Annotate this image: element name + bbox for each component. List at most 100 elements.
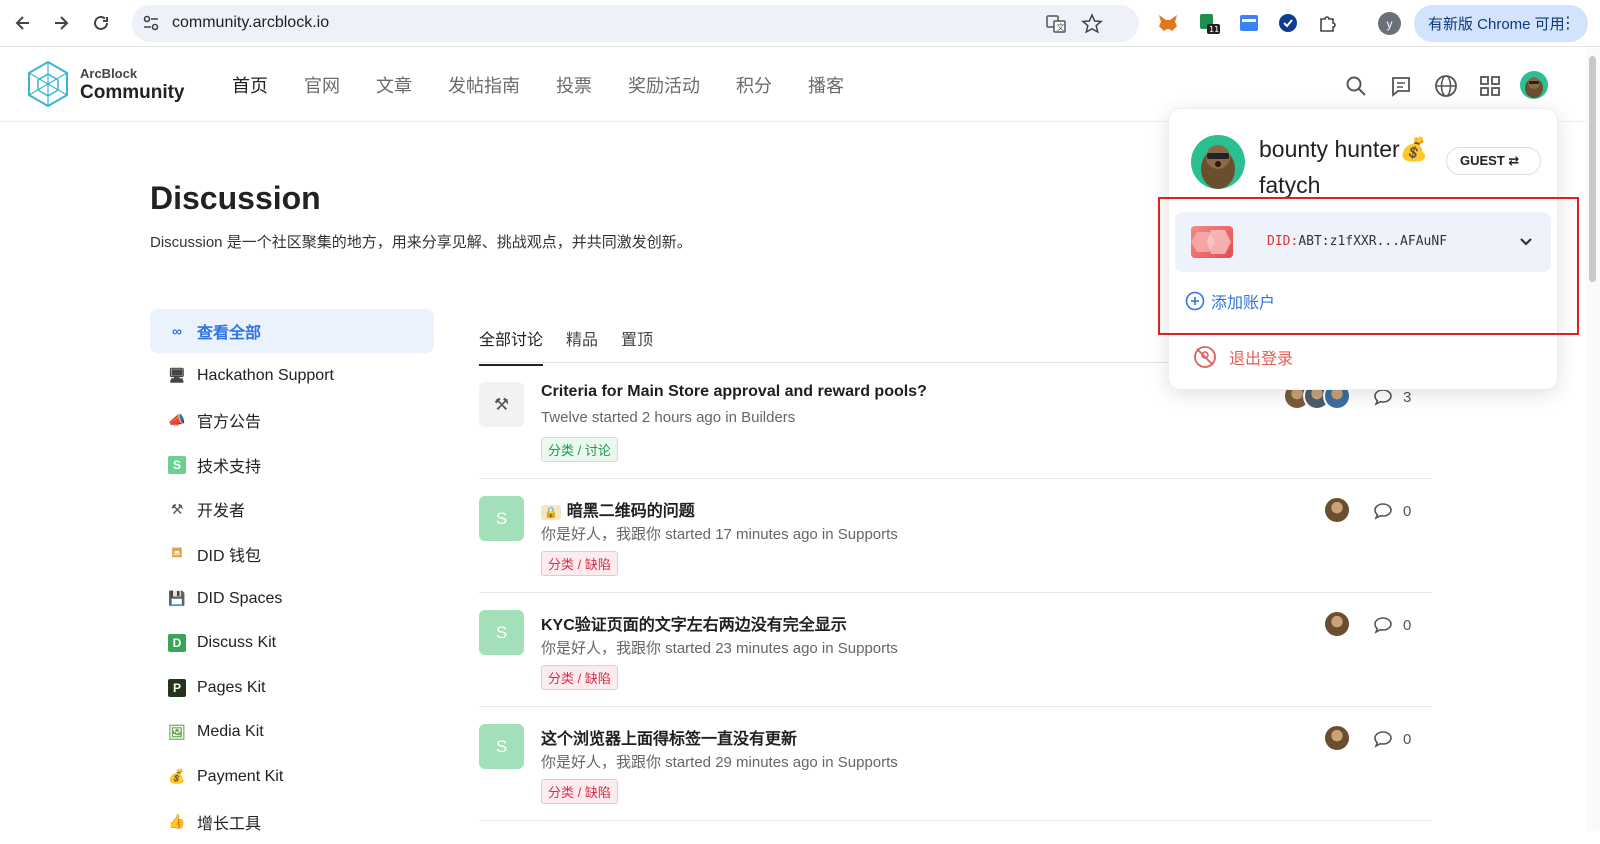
post-title[interactable]: 🔒 暗黑二维码的问题 — [541, 497, 695, 521]
sidebar-item[interactable]: ⚒ 开发者 — [150, 487, 434, 531]
check-circle-extension-icon[interactable] — [1276, 11, 1300, 35]
site-settings-icon[interactable] — [142, 14, 160, 37]
forward-arrow-icon[interactable] — [48, 10, 74, 36]
bookmark-star-icon[interactable] — [1081, 13, 1103, 40]
chrome-update-button[interactable]: 有新版 Chrome 可用 ⋮ — [1414, 5, 1588, 42]
category-tag[interactable]: 分类 / 缺陷 — [541, 779, 618, 804]
search-icon[interactable] — [1342, 72, 1370, 100]
comment-icon — [1374, 389, 1392, 406]
sidebar-item[interactable]: P Pages Kit — [150, 666, 434, 710]
nav-item-articles[interactable]: 文章 — [376, 72, 412, 98]
sidebar-item-label: DID Spaces — [197, 589, 283, 607]
sidebar-item-label: 查看全部 — [197, 325, 262, 342]
window-extension-icon[interactable] — [1237, 11, 1261, 35]
post-title[interactable]: KYC验证页面的文字左右两边没有完全显示 — [541, 611, 847, 635]
sidebar-item[interactable]: ⛾ DID 钱包 — [150, 532, 434, 576]
tab-all-discussions[interactable]: 全部讨论 — [479, 326, 544, 366]
nav-item-points[interactable]: 积分 — [736, 72, 772, 98]
comment-count-value: 0 — [1403, 502, 1412, 520]
sidebar-item[interactable]: D Discuss Kit — [150, 621, 434, 665]
comment-count[interactable]: 0 — [1373, 729, 1411, 749]
post-meta: 你是好人，我跟你 started 17 minutes ago in Suppo… — [541, 526, 898, 543]
metamask-fox-icon[interactable] — [1156, 11, 1180, 35]
lock-icon: 🔒 — [541, 505, 561, 520]
user-title: bounty hunter💰 — [1259, 136, 1429, 162]
puzzle-extensions-icon[interactable] — [1316, 11, 1340, 35]
sidebar-item-label: Hackathon Support — [197, 366, 334, 384]
logout-icon — [1194, 346, 1216, 368]
sidebar-item[interactable]: S 技术支持 — [150, 443, 434, 487]
sidebar-item[interactable]: 💾 DID Spaces — [150, 577, 434, 621]
extension-badge-icon[interactable]: 11 — [1197, 11, 1221, 35]
sidebar-item-label: Pages Kit — [197, 678, 266, 696]
nav-item-guide[interactable]: 发帖指南 — [448, 72, 520, 98]
image-icon: 🖼 — [168, 723, 186, 740]
post-title-text: 暗黑二维码的问题 — [566, 503, 695, 520]
role-switch-badge[interactable]: GUEST ⇄ — [1446, 147, 1541, 175]
post-list: ⚒ Criteria for Main Store approval and re… — [479, 365, 1432, 821]
sidebar-item[interactable]: 👍 增长工具 — [150, 800, 434, 844]
participant-avatar[interactable] — [1323, 496, 1351, 524]
apps-grid-icon[interactable] — [1476, 72, 1504, 100]
s-letter-thumbnail: S — [479, 724, 524, 769]
messages-icon[interactable] — [1387, 72, 1415, 100]
arcblock-logo[interactable]: ArcBlock Community — [26, 60, 185, 108]
translate-icon[interactable]: 文 — [1045, 13, 1067, 40]
category-tag[interactable]: 分类 / 缺陷 — [541, 551, 618, 576]
post-title[interactable]: Criteria for Main Store approval and rew… — [541, 383, 927, 401]
update-label: 有新版 Chrome 可用 — [1428, 16, 1565, 33]
nav-item-podcast[interactable]: 播客 — [808, 72, 844, 98]
p-letter-icon: P — [168, 678, 186, 697]
s-letter-thumbnail: S — [479, 610, 524, 655]
category-tag[interactable]: 分类 / 缺陷 — [541, 665, 618, 690]
sidebar-item[interactable]: 🖼 Media Kit — [150, 710, 434, 754]
page-scrollbar[interactable] — [1586, 48, 1600, 831]
logout-label: 退出登录 — [1229, 351, 1294, 368]
infinity-icon: ∞ — [172, 323, 182, 339]
sidebar-item[interactable]: 💰 Payment Kit — [150, 755, 434, 799]
tab-featured[interactable]: 精品 — [566, 326, 598, 366]
comment-count[interactable]: 0 — [1373, 501, 1411, 521]
discussion-post[interactable]: S KYC验证页面的文字左右两边没有完全显示你是好人，我跟你 started 23… — [479, 593, 1432, 707]
comment-count[interactable]: 0 — [1373, 615, 1411, 635]
reload-icon[interactable] — [88, 10, 114, 36]
participant-avatar[interactable] — [1323, 724, 1351, 752]
post-meta: 你是好人，我跟你 started 23 minutes ago in Suppo… — [541, 640, 898, 657]
nav-item-rewards[interactable]: 奖励活动 — [628, 72, 700, 98]
participant-avatar[interactable] — [1323, 610, 1351, 638]
sidebar-item-label: 增长工具 — [197, 815, 262, 833]
logo-brand: ArcBlock — [80, 65, 138, 81]
page-description: Discussion 是一个社区聚集的地方，用来分享见解、挑战观点，并共同激发创… — [150, 234, 692, 251]
post-meta: Twelve started 2 hours ago in Builders — [541, 409, 796, 426]
sidebar-item[interactable]: 🖥 Hackathon Support — [150, 354, 434, 398]
profile-avatar[interactable]: y — [1378, 12, 1401, 35]
comment-count[interactable]: 3 — [1373, 387, 1411, 407]
tools-thumbnail: ⚒ — [479, 382, 524, 427]
post-title[interactable]: 这个浏览器上面得标签一直没有更新 — [541, 725, 797, 749]
comment-count-value: 0 — [1403, 730, 1412, 748]
globe-icon[interactable] — [1432, 72, 1460, 100]
logout-button[interactable]: 退出登录 — [1193, 345, 1293, 369]
sidebar-item-label: 技术支持 — [197, 458, 262, 476]
money-bag-icon: 💰 — [168, 768, 186, 785]
category-tag[interactable]: 分类 / 讨论 — [541, 437, 618, 462]
nav-item-home[interactable]: 首页 — [232, 72, 268, 98]
user-avatar[interactable] — [1520, 71, 1548, 99]
sidebar-item[interactable]: ∞ 查看全部 — [150, 309, 434, 353]
back-arrow-icon[interactable] — [10, 10, 36, 36]
discussion-post[interactable]: S 这个浏览器上面得标签一直没有更新你是好人，我跟你 started 29 min… — [479, 707, 1432, 821]
discussion-post[interactable]: S 🔒 暗黑二维码的问题 你是好人，我跟你 started 17 minutes ag… — [479, 479, 1432, 593]
tab-pinned[interactable]: 置顶 — [621, 326, 653, 366]
more-menu-icon[interactable]: ⋮ — [1560, 13, 1576, 33]
post-meta: 你是好人，我跟你 started 29 minutes ago in Suppo… — [541, 754, 898, 771]
url-text[interactable]: community.arcblock.io — [172, 14, 329, 32]
nav-item-vote[interactable]: 投票 — [556, 72, 592, 98]
nav-item-website[interactable]: 官网 — [304, 72, 340, 98]
logo-product: Community — [80, 81, 185, 103]
sidebar-item[interactable]: 📣 官方公告 — [150, 398, 434, 442]
scrollbar-thumb[interactable] — [1589, 56, 1596, 282]
category-sidebar: ∞ 查看全部 🖥 Hackathon Support 📣 官方公告 S 技术支持 ⚒ 开发者 ⛾ DI… — [150, 309, 434, 844]
post-title-text: Criteria for Main Store approval and rew… — [541, 383, 927, 400]
sidebar-item-label: 官方公告 — [197, 414, 262, 432]
address-bar[interactable]: community.arcblock.io 文 — [132, 5, 1139, 42]
